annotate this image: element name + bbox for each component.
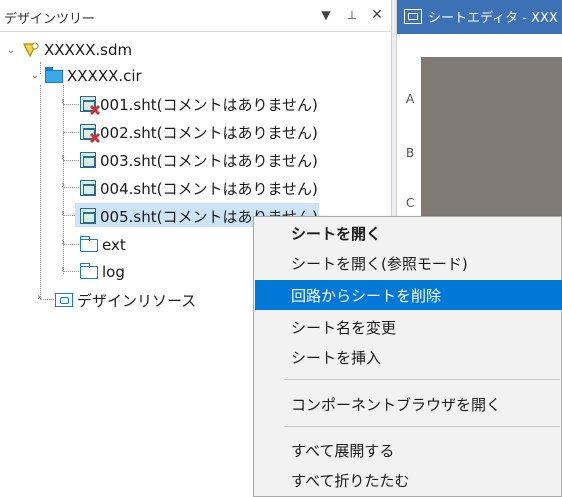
tree-item-label: ext: [102, 236, 126, 254]
row-label-a: A: [406, 92, 415, 106]
expand-arrow-icon[interactable]: ›: [57, 180, 69, 191]
menu-item-rename-sheet[interactable]: シート名を変更: [255, 312, 562, 342]
folder-icon: [79, 262, 98, 279]
pane-title-bar: デザインツリー ▼ ⊥ ✕: [0, 0, 391, 32]
tree-item-sheet-001[interactable]: 001.sht(コメントはありません): [80, 92, 318, 116]
folder-icon: [79, 235, 98, 252]
tab-sheet-editor[interactable]: シートエディタ - XXX: [397, 0, 562, 32]
tree-item-sheet-003[interactable]: 003.sht(コメントはありません): [80, 148, 318, 172]
tree-item-label: XXXXX.cir: [67, 67, 142, 85]
sheet-icon: [80, 152, 96, 168]
row-label-c: C: [406, 196, 415, 210]
tree-item-folder-ext[interactable]: ext: [79, 233, 126, 257]
tree-item-sheet-004[interactable]: 004.sht(コメントはありません): [80, 176, 318, 200]
sheet-icon: [80, 208, 96, 224]
menu-item-insert-sheet[interactable]: シートを挿入: [255, 342, 562, 372]
pane-title: デザインツリー: [4, 12, 96, 27]
sheet-error-icon: [80, 124, 96, 140]
tree-item-sheet-002[interactable]: 002.sht(コメントはありません): [80, 120, 318, 144]
tree-item-label: 004.sht(コメントはありません): [100, 179, 318, 198]
row-label-b: B: [406, 146, 415, 160]
tab-label: シートエディタ - XXX: [428, 10, 558, 26]
menu-item-expand-all[interactable]: すべて展開する: [255, 435, 562, 465]
sheet-icon: [80, 180, 96, 196]
expand-arrow-icon[interactable]: ›: [33, 292, 45, 303]
tree-item-label: log: [102, 263, 125, 281]
expand-arrow-icon[interactable]: ›: [57, 152, 69, 163]
menu-item-collapse-all[interactable]: すべて折りたたむ: [255, 465, 562, 495]
expand-arrow-icon[interactable]: ›: [57, 96, 69, 107]
menu-item-open-sheet-readonly[interactable]: シートを開く(参照モード): [255, 248, 562, 278]
tree-item-label: 002.sht(コメントはありません): [100, 123, 318, 142]
sheet-error-icon: [80, 96, 96, 112]
dropdown-icon[interactable]: ▼: [317, 6, 335, 24]
pin-icon[interactable]: ⊥: [343, 6, 361, 24]
menu-separator: [284, 426, 560, 427]
collapse-arrow-icon[interactable]: ⌄: [5, 45, 17, 56]
tree-item-sdm[interactable]: XXXXX.sdm: [22, 38, 132, 62]
tree-item-cir[interactable]: XXXXX.cir: [44, 64, 142, 88]
menu-separator: [284, 379, 560, 380]
tree-item-design-resources[interactable]: デザインリソース: [55, 288, 196, 312]
expand-arrow-icon[interactable]: ›: [57, 264, 69, 275]
collapse-arrow-icon[interactable]: ⌄: [29, 70, 41, 81]
expand-arrow-icon[interactable]: ›: [57, 237, 69, 248]
menu-item-open-component-browser[interactable]: コンポーネントブラウザを開く: [255, 389, 562, 419]
menu-item-remove-sheet[interactable]: 回路からシートを削除: [255, 280, 562, 310]
open-folder-icon: [44, 66, 63, 83]
tree-item-label: 001.sht(コメントはありません): [100, 95, 318, 114]
tree-item-label: XXXXX.sdm: [44, 41, 133, 59]
close-icon[interactable]: ✕: [368, 6, 386, 24]
tree-item-label: 003.sht(コメントはありません): [100, 151, 318, 170]
tree-item-folder-log[interactable]: log: [79, 260, 125, 284]
tree-item-label: デザインリソース: [77, 291, 197, 310]
menu-item-open-sheet[interactable]: シートを開く: [255, 218, 562, 248]
expand-arrow-icon[interactable]: ›: [57, 208, 69, 219]
sheet-editor-icon: [404, 8, 422, 24]
resources-icon: [55, 293, 73, 307]
design-file-icon: [23, 42, 39, 58]
context-menu: シートを開く シートを開く(参照モード) 回路からシートを削除 シート名を変更 …: [253, 216, 562, 497]
